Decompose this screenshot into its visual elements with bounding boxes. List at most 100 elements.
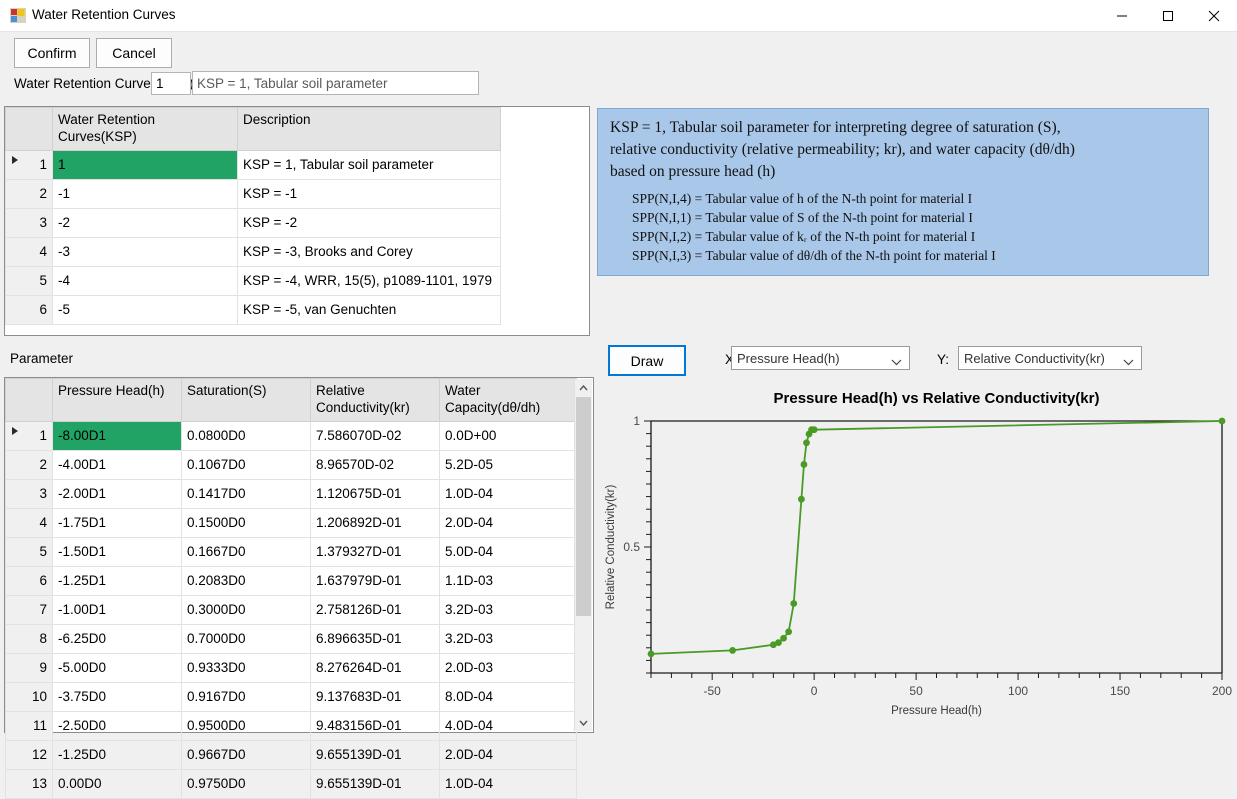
- confirm-button[interactable]: Confirm: [14, 38, 90, 68]
- row-header[interactable]: 13: [5, 768, 53, 799]
- table-row[interactable]: 7 -1.00D1 0.3000D0 2.758126D-01 3.2D-03: [5, 594, 577, 625]
- table-row[interactable]: 5 -1.50D1 0.1667D0 1.379327D-01 5.0D-04: [5, 536, 577, 567]
- row-header[interactable]: 1: [5, 420, 53, 451]
- table-row[interactable]: 6 -1.25D1 0.2083D0 1.637979D-01 1.1D-03: [5, 565, 577, 596]
- table-row[interactable]: 12 -1.25D0 0.9667D0 9.655139D-01 2.0D-04: [5, 739, 577, 770]
- cell-water-capacity[interactable]: 2.0D-04: [439, 507, 577, 538]
- cell-description[interactable]: KSP = 1, Tabular soil parameter: [237, 149, 501, 180]
- cell-saturation[interactable]: 0.9500D0: [181, 710, 311, 741]
- cell-relative-conductivity[interactable]: 9.655139D-01: [310, 739, 440, 770]
- cell-water-capacity[interactable]: 3.2D-03: [439, 594, 577, 625]
- cell-saturation[interactable]: 0.7000D0: [181, 623, 311, 654]
- draw-button[interactable]: Draw: [608, 345, 686, 376]
- scroll-up-icon[interactable]: [575, 379, 592, 396]
- cell-description[interactable]: KSP = -1: [237, 178, 501, 209]
- cell-ksp[interactable]: 1: [52, 149, 238, 180]
- cell-relative-conductivity[interactable]: 9.137683D-01: [310, 681, 440, 712]
- cell-ksp[interactable]: -1: [52, 178, 238, 209]
- row-header[interactable]: 11: [5, 710, 53, 741]
- table-row[interactable]: 4 -3 KSP = -3, Brooks and Corey: [5, 236, 501, 267]
- row-header[interactable]: 10: [5, 681, 53, 712]
- cell-saturation[interactable]: 0.0800D0: [181, 420, 311, 451]
- cell-water-capacity[interactable]: 5.2D-05: [439, 449, 577, 480]
- cell-pressure-head[interactable]: -4.00D1: [52, 449, 182, 480]
- y-axis-select[interactable]: Relative Conductivity(kr): [958, 346, 1142, 370]
- x-axis-select[interactable]: Pressure Head(h): [731, 346, 910, 370]
- cell-pressure-head[interactable]: -1.25D0: [52, 739, 182, 770]
- table-row[interactable]: 3 -2.00D1 0.1417D0 1.120675D-01 1.0D-04: [5, 478, 577, 509]
- cell-saturation[interactable]: 0.1417D0: [181, 478, 311, 509]
- row-header[interactable]: 6: [5, 294, 53, 325]
- cell-water-capacity[interactable]: 1.0D-04: [439, 768, 577, 799]
- row-header[interactable]: 3: [5, 478, 53, 509]
- table-row[interactable]: 1 1 KSP = 1, Tabular soil parameter: [5, 149, 501, 180]
- parameter-grid[interactable]: Pressure Head(h) Saturation(S) Relative …: [4, 377, 594, 799]
- cell-pressure-head[interactable]: -1.00D1: [52, 594, 182, 625]
- cell-water-capacity[interactable]: 2.0D-03: [439, 652, 577, 683]
- cell-water-capacity[interactable]: 5.0D-04: [439, 536, 577, 567]
- cell-pressure-head[interactable]: -5.00D0: [52, 652, 182, 683]
- cell-ksp[interactable]: -4: [52, 265, 238, 296]
- param-col-relative-conductivity[interactable]: Relative Conductivity(kr): [310, 378, 440, 422]
- cell-relative-conductivity[interactable]: 9.655139D-01: [310, 768, 440, 799]
- cell-ksp[interactable]: -2: [52, 207, 238, 238]
- param-col-rownum[interactable]: [5, 378, 53, 422]
- cell-pressure-head[interactable]: 0.00D0: [52, 768, 182, 799]
- cell-description[interactable]: KSP = -5, van Genuchten: [237, 294, 501, 325]
- row-header[interactable]: 4: [5, 236, 53, 267]
- cell-ksp[interactable]: -3: [52, 236, 238, 267]
- cell-description[interactable]: KSP = -2: [237, 207, 501, 238]
- row-header[interactable]: 6: [5, 565, 53, 596]
- cancel-button[interactable]: Cancel: [96, 38, 172, 68]
- row-header[interactable]: 1: [5, 149, 53, 180]
- cell-description[interactable]: KSP = -3, Brooks and Corey: [237, 236, 501, 267]
- cell-relative-conductivity[interactable]: 7.586070D-02: [310, 420, 440, 451]
- param-col-pressure-head[interactable]: Pressure Head(h): [52, 378, 182, 422]
- cell-water-capacity[interactable]: 8.0D-04: [439, 681, 577, 712]
- cell-saturation[interactable]: 0.2083D0: [181, 565, 311, 596]
- row-header[interactable]: 4: [5, 507, 53, 538]
- parameter-grid-scrollbar[interactable]: [574, 379, 592, 731]
- cell-water-capacity[interactable]: 2.0D-04: [439, 739, 577, 770]
- row-header[interactable]: 2: [5, 178, 53, 209]
- row-header[interactable]: 3: [5, 207, 53, 238]
- cell-ksp[interactable]: -5: [52, 294, 238, 325]
- row-header[interactable]: 5: [5, 536, 53, 567]
- table-row[interactable]: 9 -5.00D0 0.9333D0 8.276264D-01 2.0D-03: [5, 652, 577, 683]
- cell-pressure-head[interactable]: -2.00D1: [52, 478, 182, 509]
- row-header[interactable]: 9: [5, 652, 53, 683]
- cell-saturation[interactable]: 0.1500D0: [181, 507, 311, 538]
- table-row[interactable]: 8 -6.25D0 0.7000D0 6.896635D-01 3.2D-03: [5, 623, 577, 654]
- ksp-col-description[interactable]: Description: [237, 107, 501, 151]
- table-row[interactable]: 6 -5 KSP = -5, van Genuchten: [5, 294, 501, 325]
- table-row[interactable]: 1 -8.00D1 0.0800D0 7.586070D-02 0.0D+00: [5, 420, 577, 451]
- ksp-description-field[interactable]: KSP = 1, Tabular soil parameter: [192, 71, 479, 95]
- retention-curve-chart[interactable]: Pressure Head(h) vs Relative Conductivit…: [596, 381, 1233, 729]
- cell-pressure-head[interactable]: -6.25D0: [52, 623, 182, 654]
- cell-pressure-head[interactable]: -2.50D0: [52, 710, 182, 741]
- cell-relative-conductivity[interactable]: 9.483156D-01: [310, 710, 440, 741]
- scrollbar-thumb[interactable]: [576, 397, 591, 616]
- table-row[interactable]: 2 -4.00D1 0.1067D0 8.96570D-02 5.2D-05: [5, 449, 577, 480]
- table-row[interactable]: 4 -1.75D1 0.1500D0 1.206892D-01 2.0D-04: [5, 507, 577, 538]
- table-row[interactable]: 3 -2 KSP = -2: [5, 207, 501, 238]
- table-row[interactable]: 10 -3.75D0 0.9167D0 9.137683D-01 8.0D-04: [5, 681, 577, 712]
- param-col-water-capacity[interactable]: Water Capacity(dθ/dh): [439, 378, 577, 422]
- cell-water-capacity[interactable]: 3.2D-03: [439, 623, 577, 654]
- cell-water-capacity[interactable]: 1.0D-04: [439, 478, 577, 509]
- cell-pressure-head[interactable]: -1.25D1: [52, 565, 182, 596]
- row-header[interactable]: 12: [5, 739, 53, 770]
- cell-water-capacity[interactable]: 4.0D-04: [439, 710, 577, 741]
- table-row[interactable]: 13 0.00D0 0.9750D0 9.655139D-01 1.0D-04: [5, 768, 577, 799]
- row-header[interactable]: 2: [5, 449, 53, 480]
- table-row[interactable]: 2 -1 KSP = -1: [5, 178, 501, 209]
- cell-relative-conductivity[interactable]: 6.896635D-01: [310, 623, 440, 654]
- cell-relative-conductivity[interactable]: 1.206892D-01: [310, 507, 440, 538]
- cell-relative-conductivity[interactable]: 1.637979D-01: [310, 565, 440, 596]
- cell-pressure-head[interactable]: -8.00D1: [52, 420, 182, 451]
- cell-saturation[interactable]: 0.3000D0: [181, 594, 311, 625]
- cell-saturation[interactable]: 0.1067D0: [181, 449, 311, 480]
- cell-saturation[interactable]: 0.9667D0: [181, 739, 311, 770]
- cell-pressure-head[interactable]: -1.75D1: [52, 507, 182, 538]
- ksp-col-ksp[interactable]: Water Retention Curves(KSP): [52, 107, 238, 151]
